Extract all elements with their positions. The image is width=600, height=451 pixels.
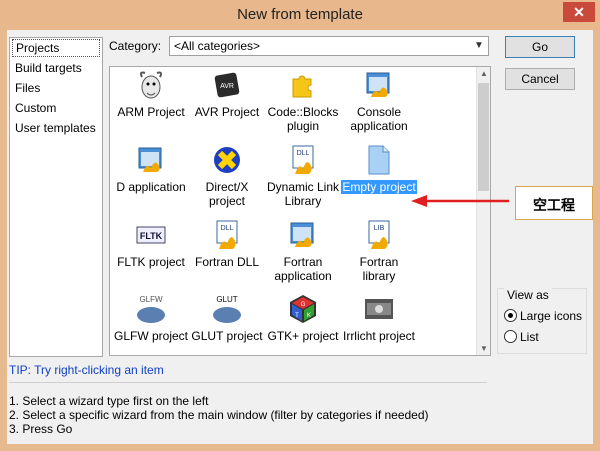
template-glfw-project[interactable]: GLFW GLFW project xyxy=(113,293,189,343)
gtk-icon-text-g: G xyxy=(301,302,306,308)
scroll-thumb[interactable] xyxy=(478,83,489,191)
dialog-client: Projects Build targets Files Custom User… xyxy=(7,30,593,444)
irrlicht-icon xyxy=(363,293,395,325)
instruction-line: 3. Press Go xyxy=(9,422,73,436)
template-label: Fortran DLL xyxy=(194,255,260,269)
template-label: Empty project xyxy=(341,180,417,194)
template-label: D application xyxy=(116,180,186,194)
template-label: GTK+ project xyxy=(267,329,339,343)
window-edge xyxy=(593,30,600,451)
list-item-files[interactable]: Files xyxy=(10,78,102,98)
fltk-icon: FLTK xyxy=(135,219,167,251)
avr-chip-text: AVR xyxy=(220,83,234,90)
template-gtk-project[interactable]: GT K GTK+ project xyxy=(265,293,341,343)
annotation-callout: 空工程 xyxy=(515,186,593,220)
template-console-application[interactable]: Console application xyxy=(341,69,417,133)
instruction-line: 1. Select a wizard type first on the lef… xyxy=(9,394,209,408)
template-fortran-dll[interactable]: DLL Fortran DLL xyxy=(189,219,265,269)
list-item-build-targets[interactable]: Build targets xyxy=(10,58,102,78)
radio-checked-icon[interactable] xyxy=(504,309,517,322)
gtk-icon-text-t: T xyxy=(295,313,299,319)
template-label: GLFW project xyxy=(114,329,189,343)
app-icon xyxy=(287,219,319,251)
fltk-icon-text: FLTK xyxy=(140,231,163,241)
gtk-icon: GT K xyxy=(287,293,319,325)
wizard-type-list[interactable]: Projects Build targets Files Custom User… xyxy=(9,37,103,357)
scroll-down-icon[interactable]: ▼ xyxy=(480,344,488,353)
tip-text: TIP: Try right-clicking an item xyxy=(9,363,164,377)
instructions: 1. Select a wizard type first on the lef… xyxy=(9,394,429,436)
close-button[interactable]: ✕ xyxy=(563,2,595,22)
window-title: New from template xyxy=(237,6,363,23)
list-item-custom[interactable]: Custom xyxy=(10,98,102,118)
radio-label: List xyxy=(520,330,539,344)
template-label: Irrlicht project xyxy=(342,329,416,343)
divider xyxy=(9,382,487,383)
view-as-caption: View as xyxy=(504,288,552,302)
dll-icon-text: DLL xyxy=(297,150,310,157)
scroll-up-icon[interactable]: ▲ xyxy=(480,69,488,78)
puzzle-icon xyxy=(287,69,319,101)
radio-unchecked-icon[interactable] xyxy=(504,330,517,343)
annotation-arrow xyxy=(409,193,519,212)
template-fortran-application[interactable]: Fortran application xyxy=(265,219,341,283)
list-item-projects[interactable]: Projects xyxy=(12,39,100,57)
title-bar: New from template ✕ xyxy=(0,0,600,30)
template-empty-project[interactable]: Empty project xyxy=(341,144,417,194)
glfw-icon-text: GLFW xyxy=(139,295,163,304)
glfw-icon: GLFW xyxy=(135,293,167,325)
close-icon: ✕ xyxy=(573,4,585,20)
template-irrlicht-project[interactable]: Irrlicht project xyxy=(341,293,417,343)
template-label: Console application xyxy=(350,105,408,133)
category-select[interactable]: <All categories> ▼ xyxy=(169,36,489,56)
annotation-text: 空工程 xyxy=(533,197,575,213)
category-label: Category: xyxy=(109,39,162,53)
glut-icon: GLUT xyxy=(211,293,243,325)
template-label: ARM Project xyxy=(117,105,185,119)
app-icon xyxy=(135,144,167,176)
gnu-icon xyxy=(135,69,167,101)
template-dynamic-link-library[interactable]: DLL Dynamic Link Library xyxy=(265,144,341,208)
instruction-line: 2. Select a specific wizard from the mai… xyxy=(9,408,429,422)
avr-chip-icon: AVR xyxy=(211,69,243,101)
template-label: GLUT project xyxy=(191,329,263,343)
radio-large-icons[interactable]: Large icons xyxy=(504,309,582,323)
template-directx-project[interactable]: Direct/X project xyxy=(189,144,265,208)
console-app-icon xyxy=(363,69,395,101)
list-item-user-templates[interactable]: User templates xyxy=(10,118,102,138)
template-label: Fortran library xyxy=(359,255,399,283)
gtk-icon-text-k: K xyxy=(307,313,311,319)
template-label: Dynamic Link Library xyxy=(266,180,340,208)
lib-icon-text: LIB xyxy=(374,225,385,232)
template-arm-project[interactable]: ARM Project xyxy=(113,69,189,119)
dll-icon: DLL xyxy=(211,219,243,251)
template-label: Fortran application xyxy=(274,255,332,283)
go-button[interactable]: Go xyxy=(505,36,575,58)
glut-icon-text: GLUT xyxy=(216,295,237,304)
template-label: Direct/X project xyxy=(205,180,249,208)
template-glut-project[interactable]: GLUT GLUT project xyxy=(189,293,265,343)
directx-icon xyxy=(211,144,243,176)
radio-label: Large icons xyxy=(520,309,583,323)
template-label: AVR Project xyxy=(194,105,260,119)
template-avr-project[interactable]: AVR AVR Project xyxy=(189,69,265,119)
dll-icon: DLL xyxy=(287,144,319,176)
chevron-down-icon[interactable]: ▼ xyxy=(470,37,488,55)
blank-page-icon xyxy=(363,144,395,176)
view-as-group: View as Large icons List xyxy=(497,288,587,354)
lib-icon: LIB xyxy=(363,219,395,251)
template-label: Code::Blocks plugin xyxy=(267,105,339,133)
template-d-application[interactable]: D application xyxy=(113,144,189,194)
category-value: <All categories> xyxy=(174,39,261,53)
dll-icon-text: DLL xyxy=(221,225,234,232)
radio-list[interactable]: List xyxy=(504,330,539,344)
template-codeblocks-plugin[interactable]: Code::Blocks plugin xyxy=(265,69,341,133)
template-label: FLTK project xyxy=(117,255,185,269)
cancel-button[interactable]: Cancel xyxy=(505,68,575,90)
template-fltk-project[interactable]: FLTK FLTK project xyxy=(113,219,189,269)
template-fortran-library[interactable]: LIB Fortran library xyxy=(341,219,417,283)
